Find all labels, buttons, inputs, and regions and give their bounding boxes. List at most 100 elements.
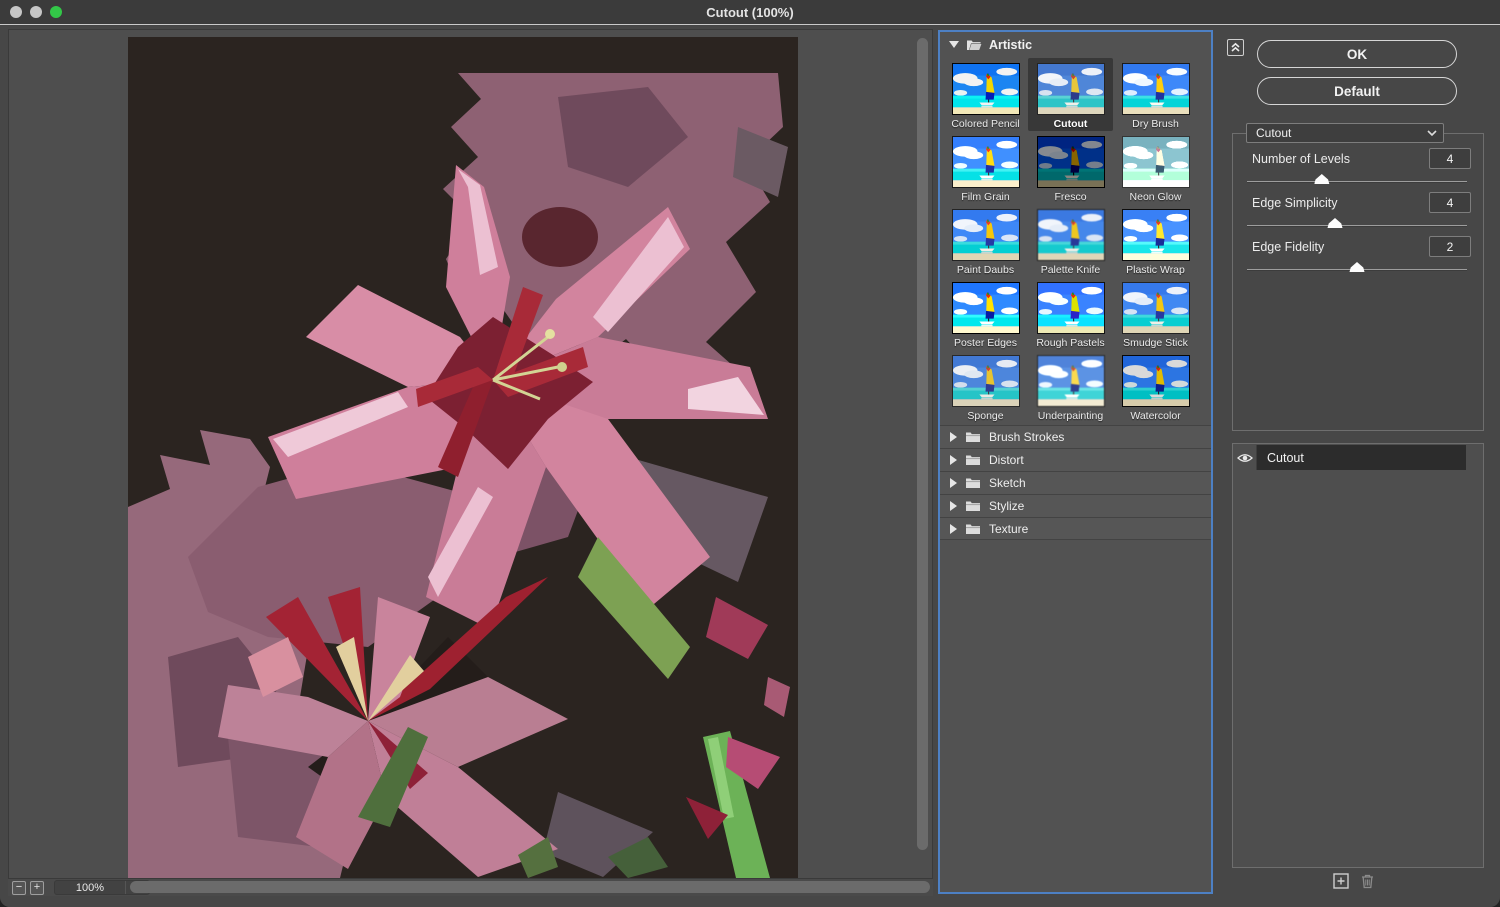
- slider-thumb[interactable]: [1350, 262, 1365, 272]
- sailboat-thumbnail: [1037, 282, 1105, 334]
- slider-value-box[interactable]: 4: [1429, 148, 1471, 169]
- sailboat-thumbnail: [1122, 282, 1190, 334]
- group-header-label: Artistic: [989, 38, 1032, 52]
- folder-closed-icon: [965, 523, 981, 535]
- filter-thumb-poster-edges[interactable]: Poster Edges: [943, 277, 1028, 350]
- new-effect-layer-button[interactable]: [1333, 873, 1349, 894]
- dialog-content: − + 100% Artistic Colore: [0, 26, 1500, 907]
- filter-thumb-paint-daubs[interactable]: Paint Daubs: [943, 204, 1028, 277]
- folder-closed-icon: [965, 500, 981, 512]
- sailboat-thumbnail: [1122, 209, 1190, 261]
- sailboat-thumbnail: [1037, 63, 1105, 115]
- sailboat-thumbnail: [1037, 209, 1105, 261]
- ok-button[interactable]: OK: [1257, 40, 1457, 68]
- zoom-button[interactable]: [50, 6, 62, 18]
- group-row-sketch[interactable]: Sketch: [940, 471, 1211, 494]
- triangle-right-icon: [950, 501, 957, 511]
- zoom-in-button[interactable]: +: [30, 881, 44, 895]
- collapse-panel-button[interactable]: [1227, 39, 1244, 56]
- filter-select-value: Cutout: [1256, 126, 1427, 140]
- title-bar: Cutout (100%): [0, 0, 1500, 25]
- sailboat-thumbnail: [952, 282, 1020, 334]
- slider-value-box[interactable]: 4: [1429, 192, 1471, 213]
- slider-thumb[interactable]: [1328, 218, 1343, 228]
- slider-track[interactable]: [1247, 269, 1467, 271]
- group-row-stylize[interactable]: Stylize: [940, 494, 1211, 517]
- delete-effect-layer-button[interactable]: [1360, 873, 1375, 894]
- horizontal-scrollbar-thumb[interactable]: [130, 881, 930, 893]
- filter-thumb-film-grain[interactable]: Film Grain: [943, 131, 1028, 204]
- triangle-right-icon: [950, 455, 957, 465]
- effect-layers-panel: Cutout: [1232, 443, 1484, 868]
- close-button[interactable]: [10, 6, 22, 18]
- group-row-texture[interactable]: Texture: [940, 517, 1211, 540]
- sailboat-thumbnail: [952, 136, 1020, 188]
- folder-open-icon: [966, 39, 982, 51]
- filter-thumb-fresco[interactable]: Fresco: [1028, 131, 1113, 204]
- window-title: Cutout (100%): [706, 5, 793, 20]
- filter-thumb-neon-glow[interactable]: Neon Glow: [1113, 131, 1198, 204]
- triangle-right-icon: [950, 432, 957, 442]
- filter-gallery-panel: Artistic Colored Pencil Cutout Dry Brush…: [938, 30, 1213, 894]
- slider-label: Edge Fidelity: [1252, 240, 1324, 254]
- preview-pane: [8, 29, 933, 879]
- triangle-right-icon: [950, 478, 957, 488]
- double-chevron-up-icon: [1230, 42, 1241, 53]
- folder-closed-icon: [965, 477, 981, 489]
- filter-gallery-dialog: Cutout (100%): [0, 0, 1500, 907]
- status-bar: − + 100%: [8, 879, 933, 896]
- filter-options-group: Number of Levels 4 Edge Simplicity 4 Edg…: [1232, 133, 1484, 431]
- slider-label: Edge Simplicity: [1252, 196, 1337, 210]
- triangle-down-icon: [949, 41, 959, 48]
- slider-track[interactable]: [1247, 181, 1467, 183]
- group-row-distort[interactable]: Distort: [940, 448, 1211, 471]
- filter-thumb-cutout[interactable]: Cutout: [1028, 58, 1113, 131]
- filter-thumb-colored-pencil[interactable]: Colored Pencil: [943, 58, 1028, 131]
- slider-row-edge-fidelity: Edge Fidelity 2: [1247, 236, 1471, 280]
- slider-value-box[interactable]: 2: [1429, 236, 1471, 257]
- sailboat-thumbnail: [952, 209, 1020, 261]
- filter-thumb-watercolor[interactable]: Watercolor: [1113, 350, 1198, 423]
- visibility-toggle[interactable]: [1233, 445, 1257, 470]
- group-list: Brush Strokes Distort Sketch Stylize Tex…: [940, 425, 1211, 540]
- vertical-scrollbar[interactable]: [916, 36, 929, 872]
- effect-layer-row[interactable]: Cutout: [1233, 445, 1483, 470]
- filter-thumb-smudge-stick[interactable]: Smudge Stick: [1113, 277, 1198, 350]
- effect-layer-actions: [1333, 873, 1375, 894]
- filter-thumb-dry-brush[interactable]: Dry Brush: [1113, 58, 1198, 131]
- eye-icon: [1237, 453, 1253, 463]
- filter-thumb-underpainting[interactable]: Underpainting: [1028, 350, 1113, 423]
- chevron-down-icon: [1427, 130, 1437, 137]
- slider-row-number-of-levels: Number of Levels 4: [1247, 148, 1471, 192]
- filter-thumb-palette-knife[interactable]: Palette Knife: [1028, 204, 1113, 277]
- vertical-scrollbar-thumb[interactable]: [917, 38, 928, 850]
- filter-thumb-plastic-wrap[interactable]: Plastic Wrap: [1113, 204, 1198, 277]
- filter-thumb-rough-pastels[interactable]: Rough Pastels: [1028, 277, 1113, 350]
- group-header-artistic[interactable]: Artistic: [940, 32, 1211, 57]
- artistic-grid: Colored Pencil Cutout Dry Brush Film Gra…: [940, 58, 1211, 423]
- zoom-out-button[interactable]: −: [12, 881, 26, 895]
- preview-canvas[interactable]: [128, 37, 798, 878]
- slider-thumb[interactable]: [1314, 174, 1329, 184]
- sailboat-thumbnail: [1122, 355, 1190, 407]
- sailboat-thumbnail: [1037, 136, 1105, 188]
- slider-label: Number of Levels: [1252, 152, 1350, 166]
- sailboat-thumbnail: [952, 355, 1020, 407]
- folder-closed-icon: [965, 431, 981, 443]
- triangle-right-icon: [950, 524, 957, 534]
- zoom-level-value: 100%: [55, 882, 125, 894]
- filter-select-dropdown[interactable]: Cutout: [1246, 123, 1444, 143]
- sailboat-thumbnail: [1122, 63, 1190, 115]
- sailboat-thumbnail: [952, 63, 1020, 115]
- horizontal-scrollbar[interactable]: [130, 880, 930, 894]
- default-button[interactable]: Default: [1257, 77, 1457, 105]
- window-controls: [10, 6, 62, 18]
- slider-track[interactable]: [1247, 225, 1467, 227]
- effect-layer-name[interactable]: Cutout: [1257, 445, 1466, 470]
- folder-closed-icon: [965, 454, 981, 466]
- sailboat-thumbnail: [1037, 355, 1105, 407]
- minimize-button[interactable]: [30, 6, 42, 18]
- filter-thumb-sponge[interactable]: Sponge: [943, 350, 1028, 423]
- sailboat-thumbnail: [1122, 136, 1190, 188]
- group-row-brush-strokes[interactable]: Brush Strokes: [940, 425, 1211, 448]
